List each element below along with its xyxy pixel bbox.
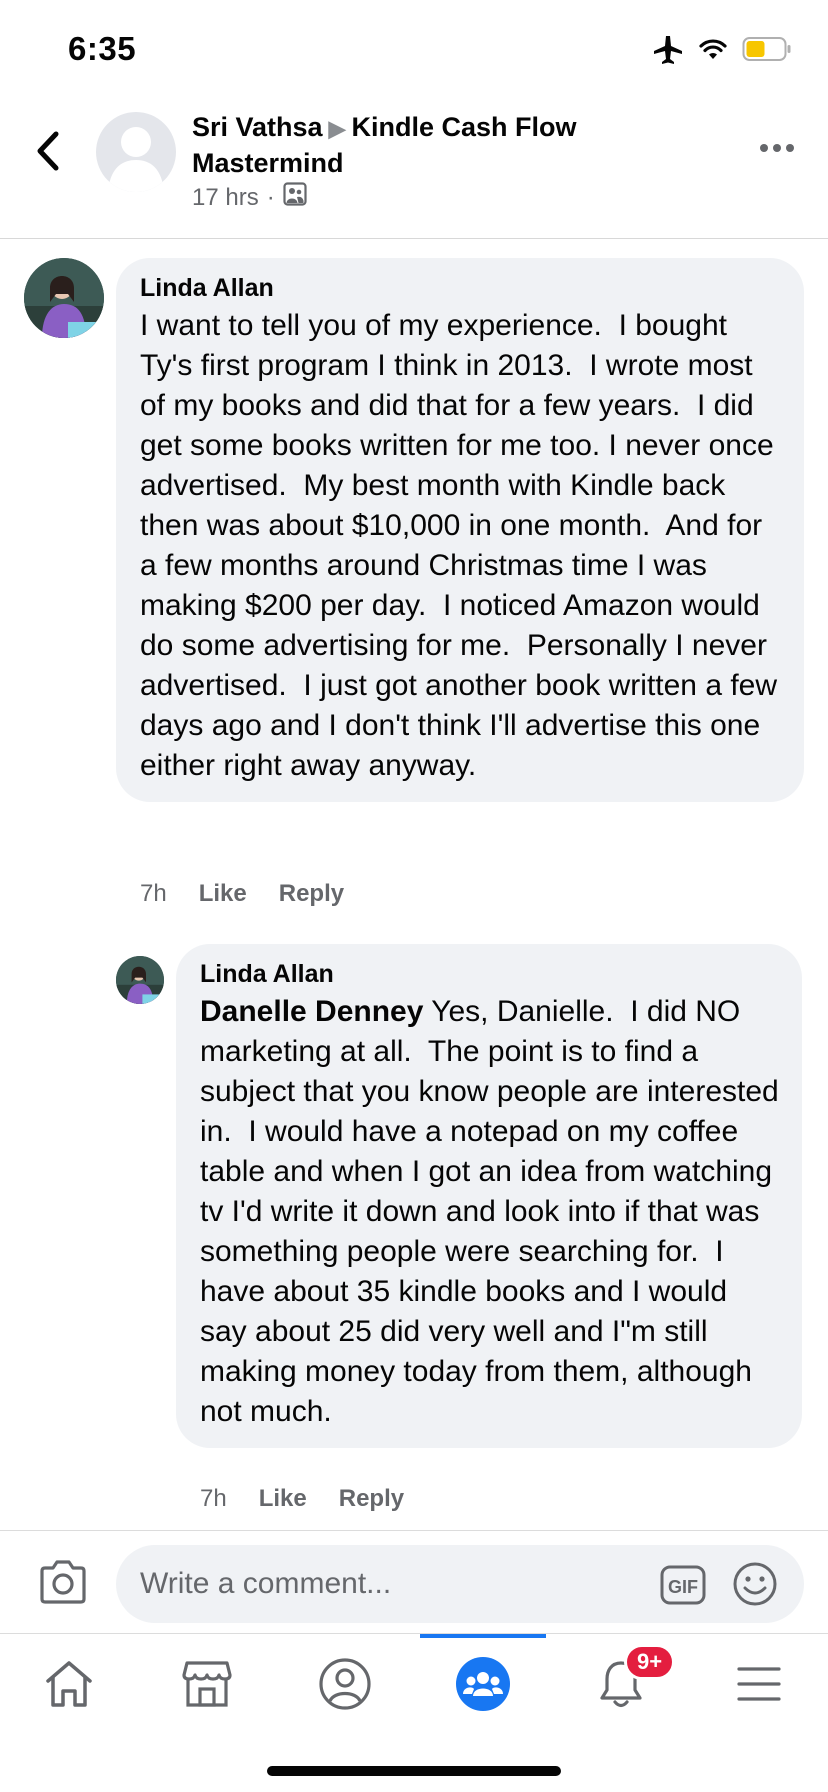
nav-home[interactable] [0, 1634, 138, 1734]
status-bar: 6:35 [0, 0, 828, 100]
reply-actions: 7h Like Reply [200, 1485, 404, 1513]
status-time: 6:35 [68, 30, 137, 67]
smiley-icon [733, 1562, 777, 1606]
meta-separator: · [266, 183, 275, 211]
camera-icon [40, 1560, 86, 1604]
home-indicator [267, 1766, 561, 1776]
hamburger-menu-icon [737, 1667, 781, 1701]
comment-composer: GIF [0, 1530, 828, 1633]
comment-bubble: Linda Allan I want to tell you of my exp… [116, 258, 804, 802]
nav-marketplace[interactable] [138, 1634, 276, 1734]
reply-text: Yes, Danielle. I did NO marketing at all… [200, 995, 788, 1428]
home-icon [46, 1661, 92, 1707]
nav-groups[interactable] [414, 1634, 552, 1734]
post-title: Sri Vathsa ▶ Kindle Cash Flow Mastermind [192, 110, 692, 180]
post-author-avatar[interactable] [96, 112, 176, 192]
profile-icon [319, 1658, 371, 1710]
mention-link[interactable]: Danelle Denney [200, 995, 423, 1028]
reply-button[interactable]: Reply [279, 880, 344, 908]
nav-notifications[interactable]: 9+ [552, 1634, 690, 1734]
chevron-left-icon [37, 131, 59, 171]
more-options-button[interactable] [758, 138, 796, 158]
comment-text: I want to tell you of my experience. I b… [140, 309, 786, 782]
comment-author[interactable]: Linda Allan [140, 272, 780, 304]
battery-icon [742, 36, 792, 67]
gif-icon: GIF [660, 1565, 706, 1605]
groups-icon [456, 1657, 510, 1711]
post-time[interactable]: 17 hrs [192, 184, 259, 212]
triangle-right-icon: ▶ [328, 116, 346, 141]
reply-author[interactable]: Linda Allan [200, 958, 780, 990]
reply-time[interactable]: 7h [200, 1485, 227, 1513]
like-button[interactable]: Like [199, 880, 247, 908]
marketplace-icon [182, 1661, 232, 1707]
bottom-nav: 9+ [0, 1633, 828, 1754]
post-author-name[interactable]: Sri Vathsa [192, 112, 323, 142]
post-meta: 17 hrs · [192, 182, 307, 213]
wifi-icon [698, 37, 728, 66]
ellipsis-icon [760, 144, 794, 152]
like-button[interactable]: Like [259, 1485, 307, 1513]
status-icons [652, 34, 792, 69]
profile-photo-icon [116, 956, 164, 1004]
reply-text-block: Danelle Denney Yes, Danielle. I did NO m… [200, 992, 780, 1432]
reply-button[interactable]: Reply [339, 1485, 404, 1513]
profile-photo-icon [24, 258, 104, 338]
gif-label: GIF [668, 1577, 698, 1597]
nav-profile[interactable] [276, 1634, 414, 1734]
airplane-mode-icon [652, 34, 684, 69]
group-audience-icon [283, 182, 307, 213]
back-button[interactable] [28, 126, 68, 176]
reply-commenter-avatar[interactable] [116, 956, 164, 1004]
camera-button[interactable] [38, 1559, 88, 1605]
comment-time[interactable]: 7h [140, 880, 167, 908]
default-profile-icon [108, 127, 164, 192]
commenter-avatar[interactable] [24, 258, 104, 338]
post-header: Sri Vathsa ▶ Kindle Cash Flow Mastermind 1… [0, 100, 828, 239]
notifications-badge: 9+ [624, 1644, 676, 1680]
gif-button[interactable]: GIF [660, 1565, 706, 1605]
reply-bubble: Linda Allan Danelle Denney Yes, Danielle… [176, 944, 802, 1448]
emoji-button[interactable] [732, 1561, 778, 1607]
comment-actions: 7h Like Reply [140, 880, 344, 908]
nav-menu[interactable] [690, 1634, 828, 1734]
